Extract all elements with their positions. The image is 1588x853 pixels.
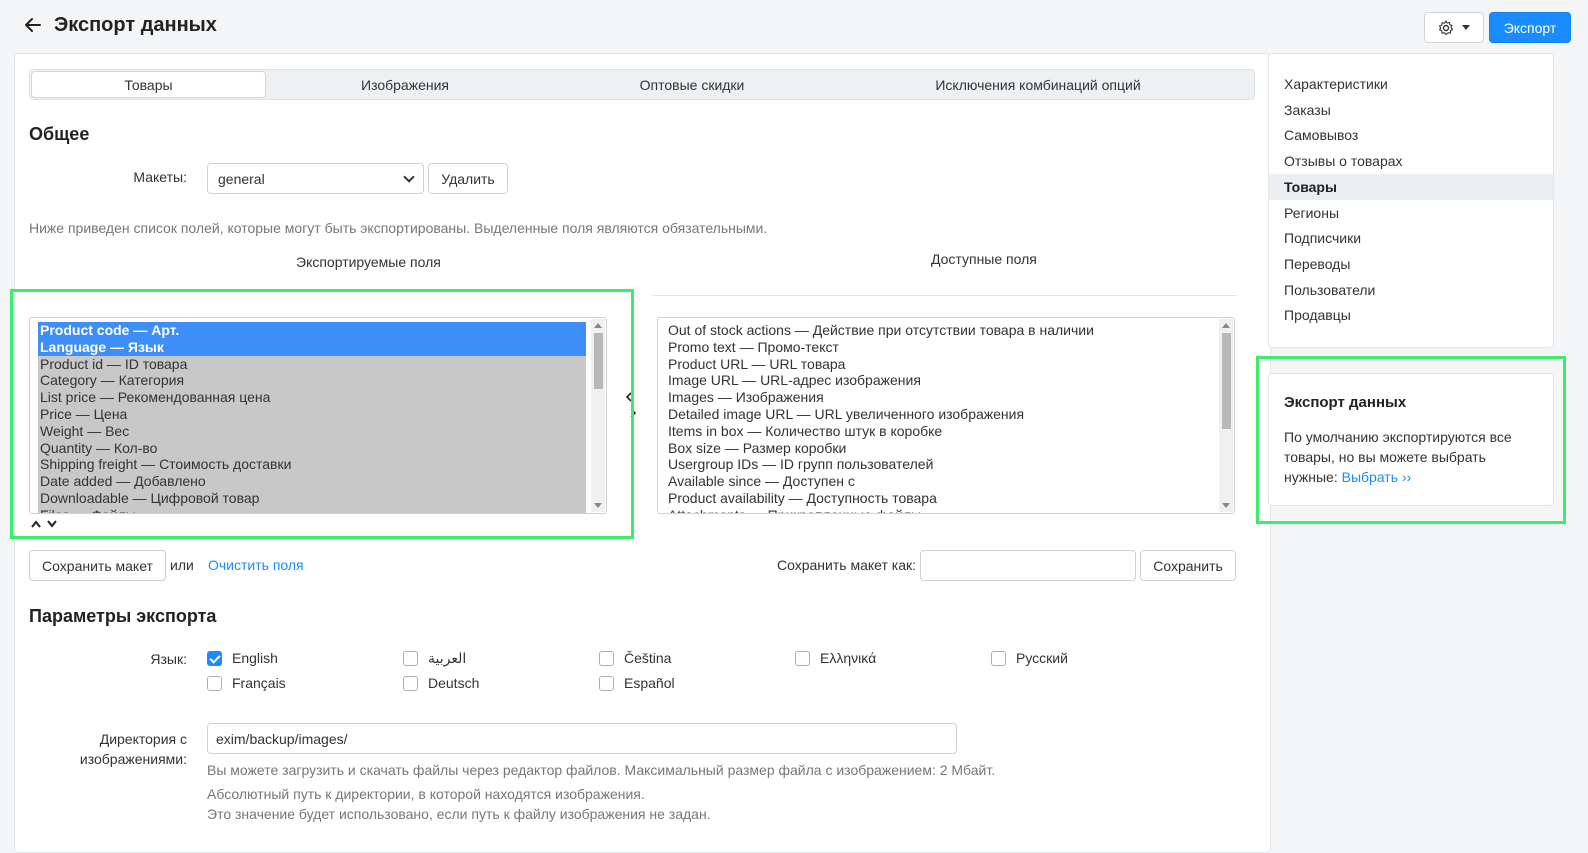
sidebar-item[interactable]: Заказы bbox=[1269, 97, 1553, 123]
top-bar: Экспорт данных Экспорт bbox=[0, 0, 1588, 52]
general-heading: Общее bbox=[29, 124, 90, 144]
delete-layout-button[interactable]: Удалить bbox=[428, 163, 508, 194]
caret-down-icon bbox=[1462, 25, 1470, 30]
sidebar-item[interactable]: Продавцы bbox=[1269, 302, 1553, 328]
sidebar-item[interactable]: Пользователи bbox=[1269, 277, 1553, 303]
language-checkbox[interactable]: Ελληνικά bbox=[795, 650, 876, 666]
layout-select[interactable]: general bbox=[207, 163, 424, 194]
page-title: Экспорт данных bbox=[54, 14, 217, 36]
available-field-option[interactable]: Usergroup IDs — ID групп пользователей bbox=[666, 456, 1214, 473]
language-label: Язык: bbox=[150, 651, 187, 667]
available-field-option[interactable]: Out of stock actions — Действие при отсу… bbox=[666, 322, 1214, 339]
language-checkbox[interactable]: Español bbox=[599, 675, 675, 691]
tab-option-exceptions[interactable]: Исключения комбинаций опций bbox=[840, 71, 1236, 98]
images-dir-hint-2: Абсолютный путь к директории, в которой … bbox=[207, 786, 645, 802]
arrow-left-icon[interactable] bbox=[22, 14, 44, 36]
checkbox-icon[interactable] bbox=[403, 651, 418, 666]
checkbox-icon[interactable] bbox=[795, 650, 810, 666]
highlight-info-card bbox=[1256, 356, 1566, 524]
available-field-option[interactable]: Items in box — Количество штук в коробке bbox=[666, 423, 1214, 440]
available-field-option[interactable]: Detailed image URL — URL увеличенного из… bbox=[666, 406, 1214, 423]
language-label-text: Ελληνικά bbox=[820, 650, 877, 666]
save-button[interactable]: Сохранить bbox=[1140, 550, 1236, 581]
save-as-input[interactable] bbox=[920, 550, 1136, 581]
language-checkbox[interactable]: English bbox=[207, 650, 278, 666]
highlight-exported-fields bbox=[10, 289, 634, 539]
tab-images[interactable]: Изображения bbox=[266, 71, 544, 98]
sidebar-item[interactable]: Отзывы о товарах bbox=[1269, 148, 1553, 174]
language-checkbox[interactable]: Français bbox=[207, 675, 286, 691]
sidebar: Характеристики Заказы Самовывоз Отзывы о то… bbox=[1268, 53, 1554, 348]
language-checkbox[interactable]: Русский bbox=[991, 650, 1068, 666]
checkbox-icon[interactable] bbox=[991, 650, 1006, 666]
sidebar-item[interactable]: Подписчики bbox=[1269, 225, 1553, 251]
export-params-heading: Параметры экспорта bbox=[29, 606, 217, 626]
available-field-option[interactable]: Product URL — URL товара bbox=[666, 356, 1214, 373]
available-fields-items: Out of stock actions — Действие при отсу… bbox=[666, 322, 1214, 513]
scroll-down-icon[interactable] bbox=[1222, 503, 1230, 508]
language-label-text: English bbox=[232, 650, 278, 666]
sidebar-item[interactable]: Самовывоз bbox=[1269, 122, 1553, 148]
export-button[interactable]: Экспорт bbox=[1489, 12, 1571, 43]
chevron-down-icon bbox=[403, 170, 415, 183]
images-dir-label-line1: Директория с bbox=[99, 731, 187, 747]
sidebar-item[interactable]: Товары bbox=[1269, 173, 1553, 200]
sidebar-item[interactable]: Характеристики bbox=[1269, 71, 1553, 97]
fields-hint: Ниже приведен список полей, которые могу… bbox=[29, 220, 768, 236]
sidebar-item[interactable]: Регионы bbox=[1269, 200, 1553, 226]
checkbox-icon[interactable] bbox=[599, 675, 614, 691]
exported-fields-title: Экспортируемые поля bbox=[296, 254, 441, 270]
language-checkbox[interactable]: العربية bbox=[403, 650, 466, 667]
images-dir-label: Директория с изображениями: bbox=[40, 729, 187, 769]
available-field-option[interactable]: Image URL — URL-адрес изображения bbox=[666, 372, 1214, 389]
gear-icon bbox=[1438, 19, 1454, 35]
available-field-option[interactable]: Product availability — Доступность товар… bbox=[666, 490, 1214, 507]
language-label-text: Français bbox=[232, 675, 286, 691]
available-field-option[interactable]: Available since — Доступен с bbox=[666, 473, 1214, 490]
tabs: Товары Изображения Оптовые скидки Исключ… bbox=[29, 69, 1255, 100]
language-checkbox[interactable]: Čeština bbox=[599, 650, 671, 666]
sidebar-item[interactable]: Переводы bbox=[1269, 251, 1553, 277]
available-fields-scrollbar[interactable] bbox=[1219, 319, 1233, 512]
checkbox-icon[interactable] bbox=[403, 675, 418, 691]
scroll-thumb[interactable] bbox=[1222, 333, 1231, 429]
available-field-option[interactable]: Box size — Размер коробки bbox=[666, 440, 1214, 457]
clear-fields-link[interactable]: Очистить поля bbox=[208, 557, 304, 573]
layouts-label: Макеты: bbox=[133, 169, 187, 185]
images-dir-input[interactable]: exim/backup/images/ bbox=[207, 723, 957, 754]
available-field-option[interactable]: Images — Изображения bbox=[666, 389, 1214, 406]
checkbox-icon[interactable] bbox=[599, 650, 614, 666]
available-field-option[interactable]: Attachments — Прикрепленные файлы bbox=[666, 507, 1214, 513]
tab-wholesale-discounts[interactable]: Оптовые скидки bbox=[544, 71, 840, 98]
language-checkbox[interactable]: Deutsch bbox=[403, 675, 479, 691]
save-layout-button[interactable]: Сохранить макет bbox=[29, 550, 166, 581]
checkbox-icon[interactable] bbox=[207, 675, 222, 691]
tab-products[interactable]: Товары bbox=[31, 71, 266, 98]
language-label-text: Čeština bbox=[624, 650, 672, 666]
language-label-text: Español bbox=[624, 675, 675, 691]
layout-select-value: general bbox=[218, 170, 265, 187]
language-label-text: Deutsch bbox=[428, 675, 480, 691]
settings-dropdown-button[interactable] bbox=[1424, 12, 1484, 43]
language-label-text: Русский bbox=[1016, 650, 1068, 666]
or-label: или bbox=[170, 557, 194, 573]
available-fields-list[interactable]: Out of stock actions — Действие при отсу… bbox=[657, 317, 1235, 514]
save-as-label: Сохранить макет как: bbox=[777, 557, 917, 573]
images-dir-hint-1: Вы можете загрузить и скачать файлы чере… bbox=[207, 762, 996, 778]
scroll-up-icon[interactable] bbox=[1222, 323, 1230, 328]
available-fields-title: Доступные поля bbox=[931, 251, 1037, 267]
checkbox-checked-icon[interactable] bbox=[207, 650, 222, 666]
images-dir-label-line2: изображениями: bbox=[79, 751, 187, 767]
available-field-option[interactable]: Promo text — Промо-текст bbox=[666, 339, 1214, 356]
images-dir-hint-3: Это значение будет использовано, если пу… bbox=[207, 806, 711, 822]
divider bbox=[652, 295, 1237, 296]
language-label-text: العربية bbox=[428, 650, 467, 666]
